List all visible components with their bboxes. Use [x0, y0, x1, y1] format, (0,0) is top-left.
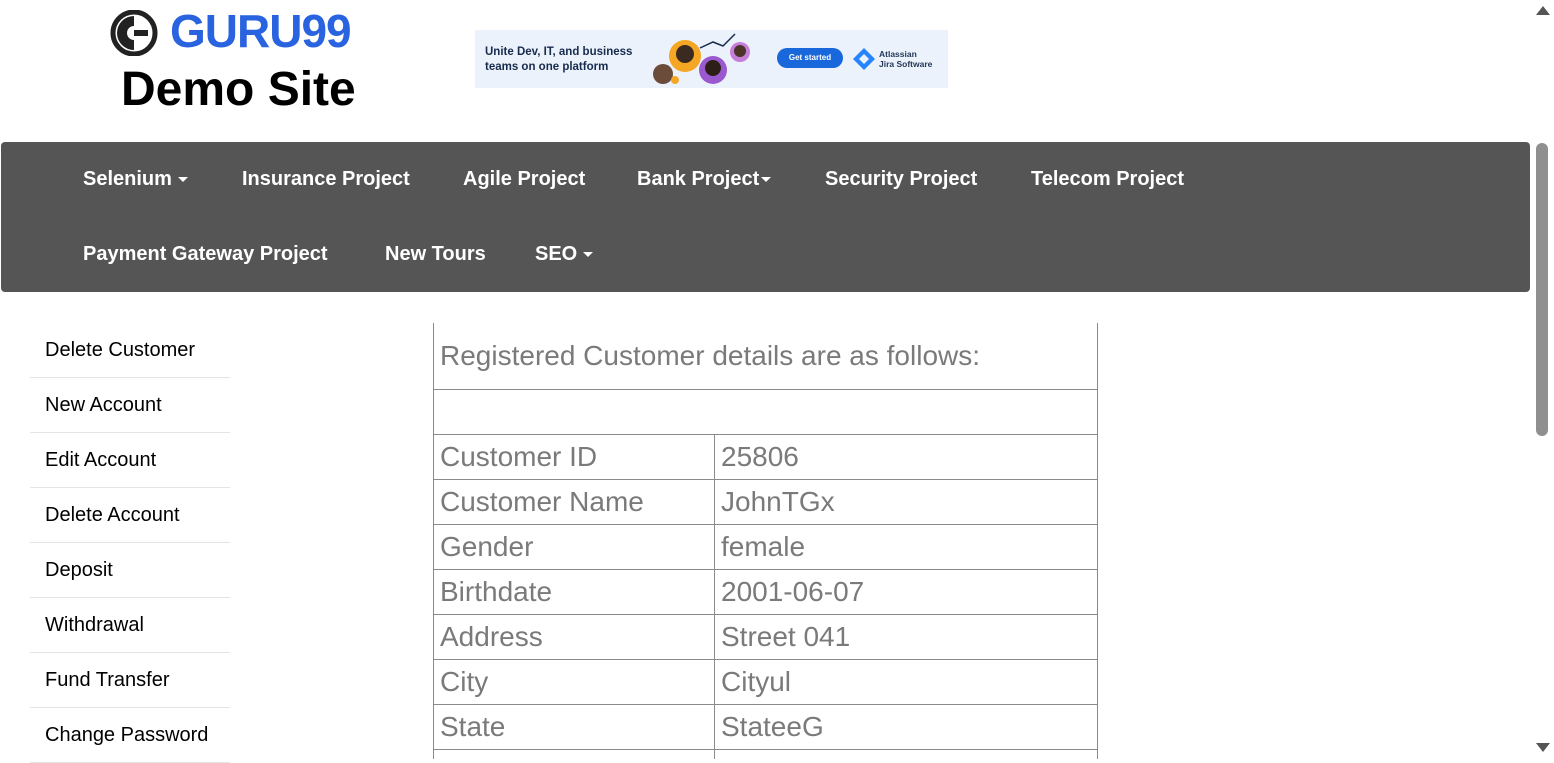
brand-line-2: Jira Software [879, 59, 933, 69]
row-label: City [433, 659, 715, 705]
row-label: Customer Name [433, 479, 715, 525]
banner-headline: Unite Dev, IT, and business teams on one… [485, 46, 633, 73]
row-value: JohnTGx [714, 479, 1098, 525]
logo-text: GURU99 [170, 5, 352, 57]
nav-item-selenium[interactable]: Selenium [83, 167, 188, 191]
ad-banner[interactable]: Unite Dev, IT, and business teams on one… [475, 30, 948, 88]
site-title: Demo Site [121, 63, 356, 116]
nav-item-bank-project[interactable]: Bank Project [637, 167, 772, 191]
nav-item-insurance-project[interactable]: Insurance Project [242, 167, 410, 191]
row-value: 110645 [714, 749, 1098, 759]
nav-item-telecom-project[interactable]: Telecom Project [1031, 167, 1184, 191]
page-scrollbar[interactable] [1532, 0, 1554, 759]
main-navbar: Selenium Insurance Project Agile Project… [1, 142, 1530, 292]
row-value: female [714, 524, 1098, 570]
customer-details-table: Registered Customer details are as follo… [433, 323, 1098, 759]
row-label: State [433, 704, 715, 750]
jira-diamond-icon [853, 48, 875, 70]
sidebar-item-delete-customer[interactable]: Delete Customer [30, 323, 230, 378]
sidebar-item-fund-transfer[interactable]: Fund Transfer [30, 653, 230, 708]
row-label: Birthdate [433, 569, 715, 615]
chevron-down-icon [177, 177, 188, 183]
scroll-up-arrow-icon[interactable] [1536, 6, 1550, 15]
table-row: State StateeG [433, 704, 1098, 750]
table-row: Birthdate 2001-06-07 [433, 569, 1098, 615]
row-label: Address [433, 614, 715, 660]
row-value: StateeG [714, 704, 1098, 750]
atlassian-jira-brand: Atlassian Jira Software [853, 47, 943, 71]
sidebar-item-delete-account[interactable]: Delete Account [30, 488, 230, 543]
sidebar-item-edit-account[interactable]: Edit Account [30, 433, 230, 488]
nav-item-security-project[interactable]: Security Project [825, 167, 977, 191]
table-row: Pin110645 [433, 749, 1098, 759]
scrollbar-thumb[interactable] [1536, 143, 1548, 436]
guru99-logo-icon [110, 10, 158, 56]
banner-people-illustration [653, 33, 750, 84]
sidebar-menu: Delete Customer New Account Edit Account… [30, 323, 230, 763]
scroll-down-arrow-icon[interactable] [1536, 743, 1550, 752]
nav-item-new-tours[interactable]: New Tours [385, 242, 486, 266]
nav-item-agile-project[interactable]: Agile Project [463, 167, 585, 191]
nav-item-seo[interactable]: SEO [535, 242, 594, 266]
table-row: Address Street 041 [433, 614, 1098, 660]
brand-line-1: Atlassian [879, 49, 917, 59]
chevron-down-icon [761, 177, 772, 183]
table-row: City Cityul [433, 659, 1098, 705]
chevron-down-icon [583, 252, 594, 258]
table-spacer-row [433, 389, 1098, 435]
row-value: 2001-06-07 [714, 569, 1098, 615]
guru99-logo[interactable]: GURU99 [110, 5, 370, 58]
row-value: Cityul [714, 659, 1098, 705]
row-label: Customer ID [433, 434, 715, 480]
table-row: Customer ID 25806 [433, 434, 1098, 480]
sidebar-item-deposit[interactable]: Deposit [30, 543, 230, 598]
sidebar-item-change-password[interactable]: Change Password [30, 708, 230, 763]
nav-item-payment-gateway-project[interactable]: Payment Gateway Project [83, 242, 328, 266]
row-label: Pin [433, 749, 715, 759]
sidebar-item-withdrawal[interactable]: Withdrawal [30, 598, 230, 653]
row-value: Street 041 [714, 614, 1098, 660]
row-label: Gender [433, 524, 715, 570]
get-started-button[interactable]: Get started [777, 48, 843, 68]
table-row: Gender female [433, 524, 1098, 570]
table-heading: Registered Customer details are as follo… [433, 323, 1098, 390]
row-value: 25806 [714, 434, 1098, 480]
sidebar-item-new-account[interactable]: New Account [30, 378, 230, 433]
customer-details-panel: Registered Customer details are as follo… [433, 323, 1098, 759]
table-row: Customer Name JohnTGx [433, 479, 1098, 525]
